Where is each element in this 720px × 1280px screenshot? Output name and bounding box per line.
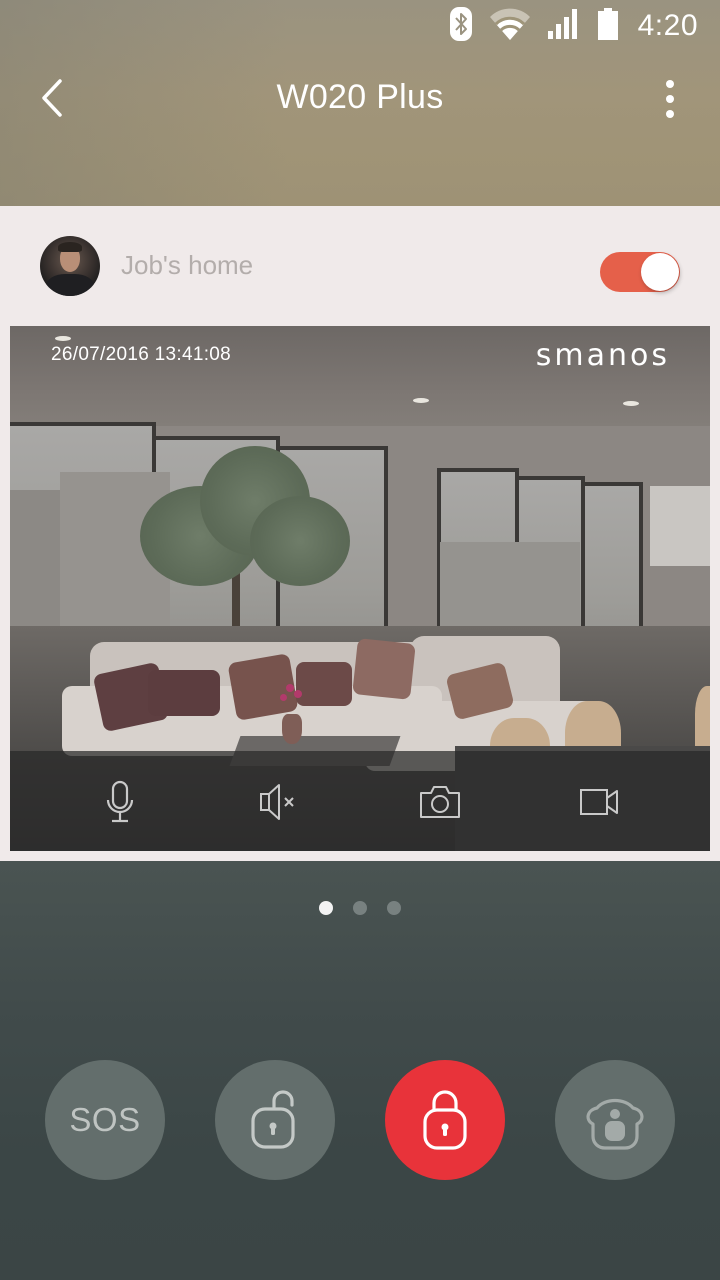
speaker-mute-button[interactable] xyxy=(250,777,310,827)
page-dot-1[interactable] xyxy=(319,901,333,915)
page-dot-3[interactable] xyxy=(387,901,401,915)
page-title: W020 Plus xyxy=(276,78,444,116)
bluetooth-icon xyxy=(449,6,472,46)
battery-icon xyxy=(597,7,618,45)
page-dot-2[interactable] xyxy=(353,901,367,915)
device-card: Job's home 26/07/2016 13:41:08 smanos xyxy=(0,206,720,861)
status-bar: 4:20 xyxy=(420,0,720,52)
microphone-icon xyxy=(106,780,134,823)
arm-button[interactable] xyxy=(385,1060,505,1180)
camera-brand-watermark: smanos xyxy=(535,338,670,373)
unlocked-padlock-icon xyxy=(251,1090,295,1149)
camera-control-bar xyxy=(10,751,710,851)
snapshot-button[interactable] xyxy=(410,777,470,827)
video-camera-icon xyxy=(580,789,618,815)
page-indicator xyxy=(0,901,720,917)
speaker-mute-icon xyxy=(260,784,294,820)
status-time: 4:20 xyxy=(637,9,698,42)
camera-timestamp: 26/07/2016 13:41:08 xyxy=(51,344,232,365)
sos-button[interactable]: SOS xyxy=(45,1060,165,1180)
home-toggle-switch[interactable] xyxy=(600,252,680,292)
home-row: Job's home xyxy=(0,206,720,326)
microphone-button[interactable] xyxy=(90,777,150,827)
record-video-button[interactable] xyxy=(570,777,630,827)
more-options-button[interactable] xyxy=(646,74,694,124)
home-person-icon xyxy=(586,1098,644,1150)
more-vertical-icon xyxy=(666,80,674,118)
user-avatar[interactable] xyxy=(40,236,100,296)
locked-padlock-icon xyxy=(423,1090,467,1150)
home-arm-button[interactable] xyxy=(555,1060,675,1180)
camera-feed[interactable]: 26/07/2016 13:41:08 smanos xyxy=(10,326,710,851)
wifi-icon xyxy=(489,8,530,45)
camera-icon xyxy=(420,786,460,818)
toggle-knob xyxy=(641,253,679,291)
header: 4:20 W020 Plus xyxy=(0,0,720,206)
home-name: Job's home xyxy=(121,250,254,280)
cellular-signal-icon xyxy=(547,8,580,44)
control-panel: SOS xyxy=(0,861,720,1280)
app-bar: W020 Plus xyxy=(0,56,720,140)
sos-label: SOS xyxy=(69,1101,141,1138)
disarm-button[interactable] xyxy=(215,1060,335,1180)
